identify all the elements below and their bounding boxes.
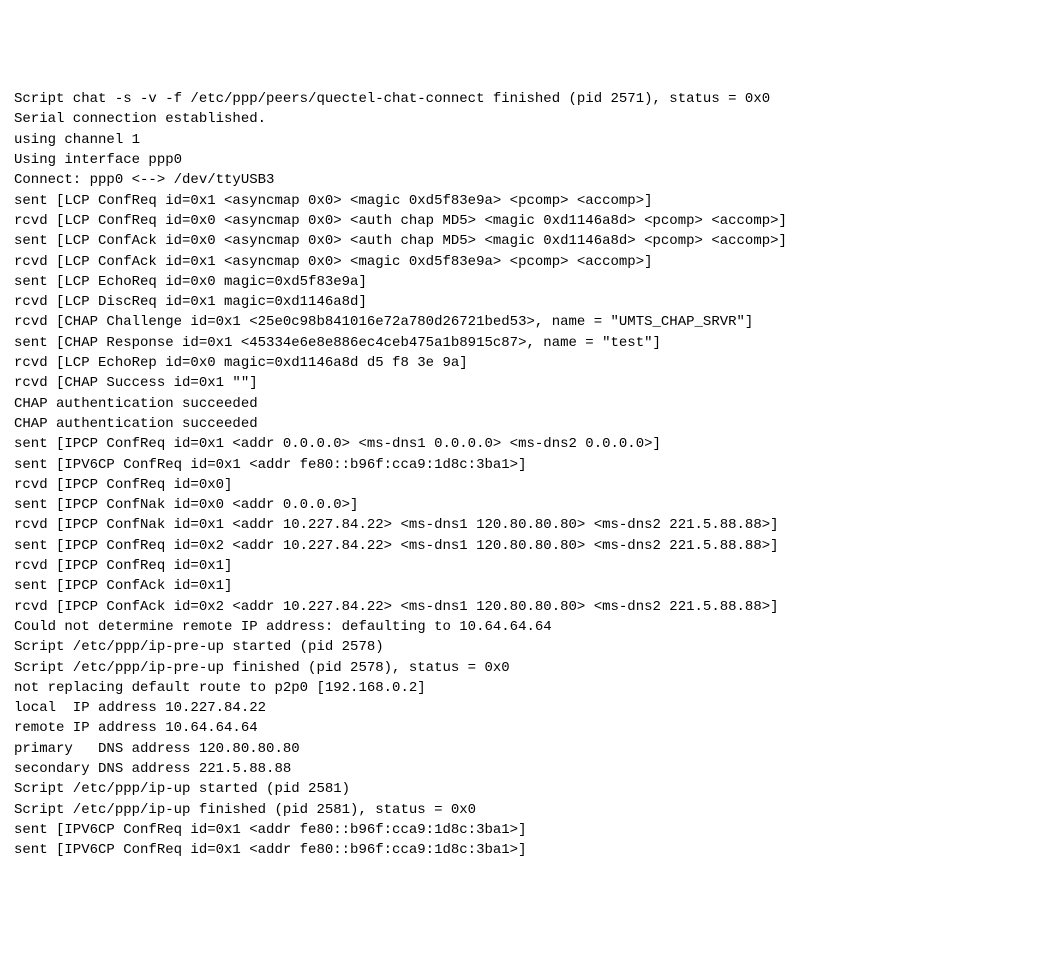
log-line: rcvd [CHAP Challenge id=0x1 <25e0c98b841… <box>14 312 1030 332</box>
log-line: rcvd [IPCP ConfNak id=0x1 <addr 10.227.8… <box>14 515 1030 535</box>
log-line: Script /etc/ppp/ip-up started (pid 2581) <box>14 779 1030 799</box>
log-line: remote IP address 10.64.64.64 <box>14 718 1030 738</box>
log-line: local IP address 10.227.84.22 <box>14 698 1030 718</box>
log-line: Could not determine remote IP address: d… <box>14 617 1030 637</box>
log-line: secondary DNS address 221.5.88.88 <box>14 759 1030 779</box>
log-line: sent [IPCP ConfReq id=0x1 <addr 0.0.0.0>… <box>14 434 1030 454</box>
log-line: sent [IPV6CP ConfReq id=0x1 <addr fe80::… <box>14 455 1030 475</box>
log-line: Script /etc/ppp/ip-up finished (pid 2581… <box>14 800 1030 820</box>
log-line: Connect: ppp0 <--> /dev/ttyUSB3 <box>14 170 1030 190</box>
log-line: sent [LCP EchoReq id=0x0 magic=0xd5f83e9… <box>14 272 1030 292</box>
log-line: sent [IPCP ConfReq id=0x2 <addr 10.227.8… <box>14 536 1030 556</box>
log-line: rcvd [CHAP Success id=0x1 ""] <box>14 373 1030 393</box>
log-line: rcvd [LCP ConfReq id=0x0 <asyncmap 0x0> … <box>14 211 1030 231</box>
log-line: sent [IPCP ConfNak id=0x0 <addr 0.0.0.0>… <box>14 495 1030 515</box>
log-line: sent [CHAP Response id=0x1 <45334e6e8e88… <box>14 333 1030 353</box>
log-line: rcvd [LCP EchoRep id=0x0 magic=0xd1146a8… <box>14 353 1030 373</box>
log-line: sent [IPV6CP ConfReq id=0x1 <addr fe80::… <box>14 840 1030 860</box>
log-line: rcvd [IPCP ConfReq id=0x1] <box>14 556 1030 576</box>
log-line: Script chat -s -v -f /etc/ppp/peers/quec… <box>14 89 1030 109</box>
log-line: rcvd [LCP ConfAck id=0x1 <asyncmap 0x0> … <box>14 252 1030 272</box>
log-line: rcvd [LCP DiscReq id=0x1 magic=0xd1146a8… <box>14 292 1030 312</box>
log-line: sent [LCP ConfAck id=0x0 <asyncmap 0x0> … <box>14 231 1030 251</box>
log-line: rcvd [IPCP ConfAck id=0x2 <addr 10.227.8… <box>14 597 1030 617</box>
log-line: not replacing default route to p2p0 [192… <box>14 678 1030 698</box>
log-line: primary DNS address 120.80.80.80 <box>14 739 1030 759</box>
log-line: Script /etc/ppp/ip-pre-up finished (pid … <box>14 658 1030 678</box>
log-line: CHAP authentication succeeded <box>14 394 1030 414</box>
log-line: sent [IPCP ConfAck id=0x1] <box>14 576 1030 596</box>
log-line: sent [IPV6CP ConfReq id=0x1 <addr fe80::… <box>14 820 1030 840</box>
log-line: using channel 1 <box>14 130 1030 150</box>
log-line: Using interface ppp0 <box>14 150 1030 170</box>
log-line: rcvd [IPCP ConfReq id=0x0] <box>14 475 1030 495</box>
terminal-output: Script chat -s -v -f /etc/ppp/peers/quec… <box>14 89 1030 860</box>
log-line: Serial connection established. <box>14 109 1030 129</box>
log-line: Script /etc/ppp/ip-pre-up started (pid 2… <box>14 637 1030 657</box>
log-line: sent [LCP ConfReq id=0x1 <asyncmap 0x0> … <box>14 191 1030 211</box>
log-line: CHAP authentication succeeded <box>14 414 1030 434</box>
